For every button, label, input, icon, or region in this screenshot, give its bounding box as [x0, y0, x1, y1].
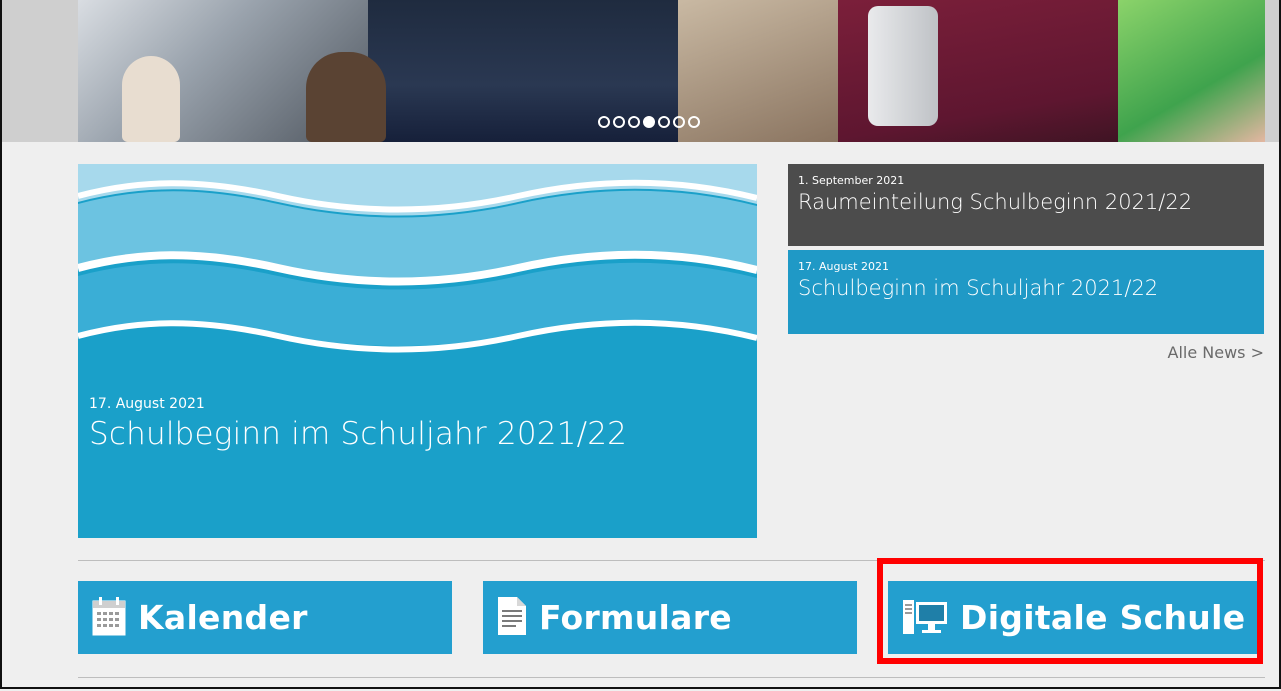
screenshot-frame: [0, 0, 1281, 689]
